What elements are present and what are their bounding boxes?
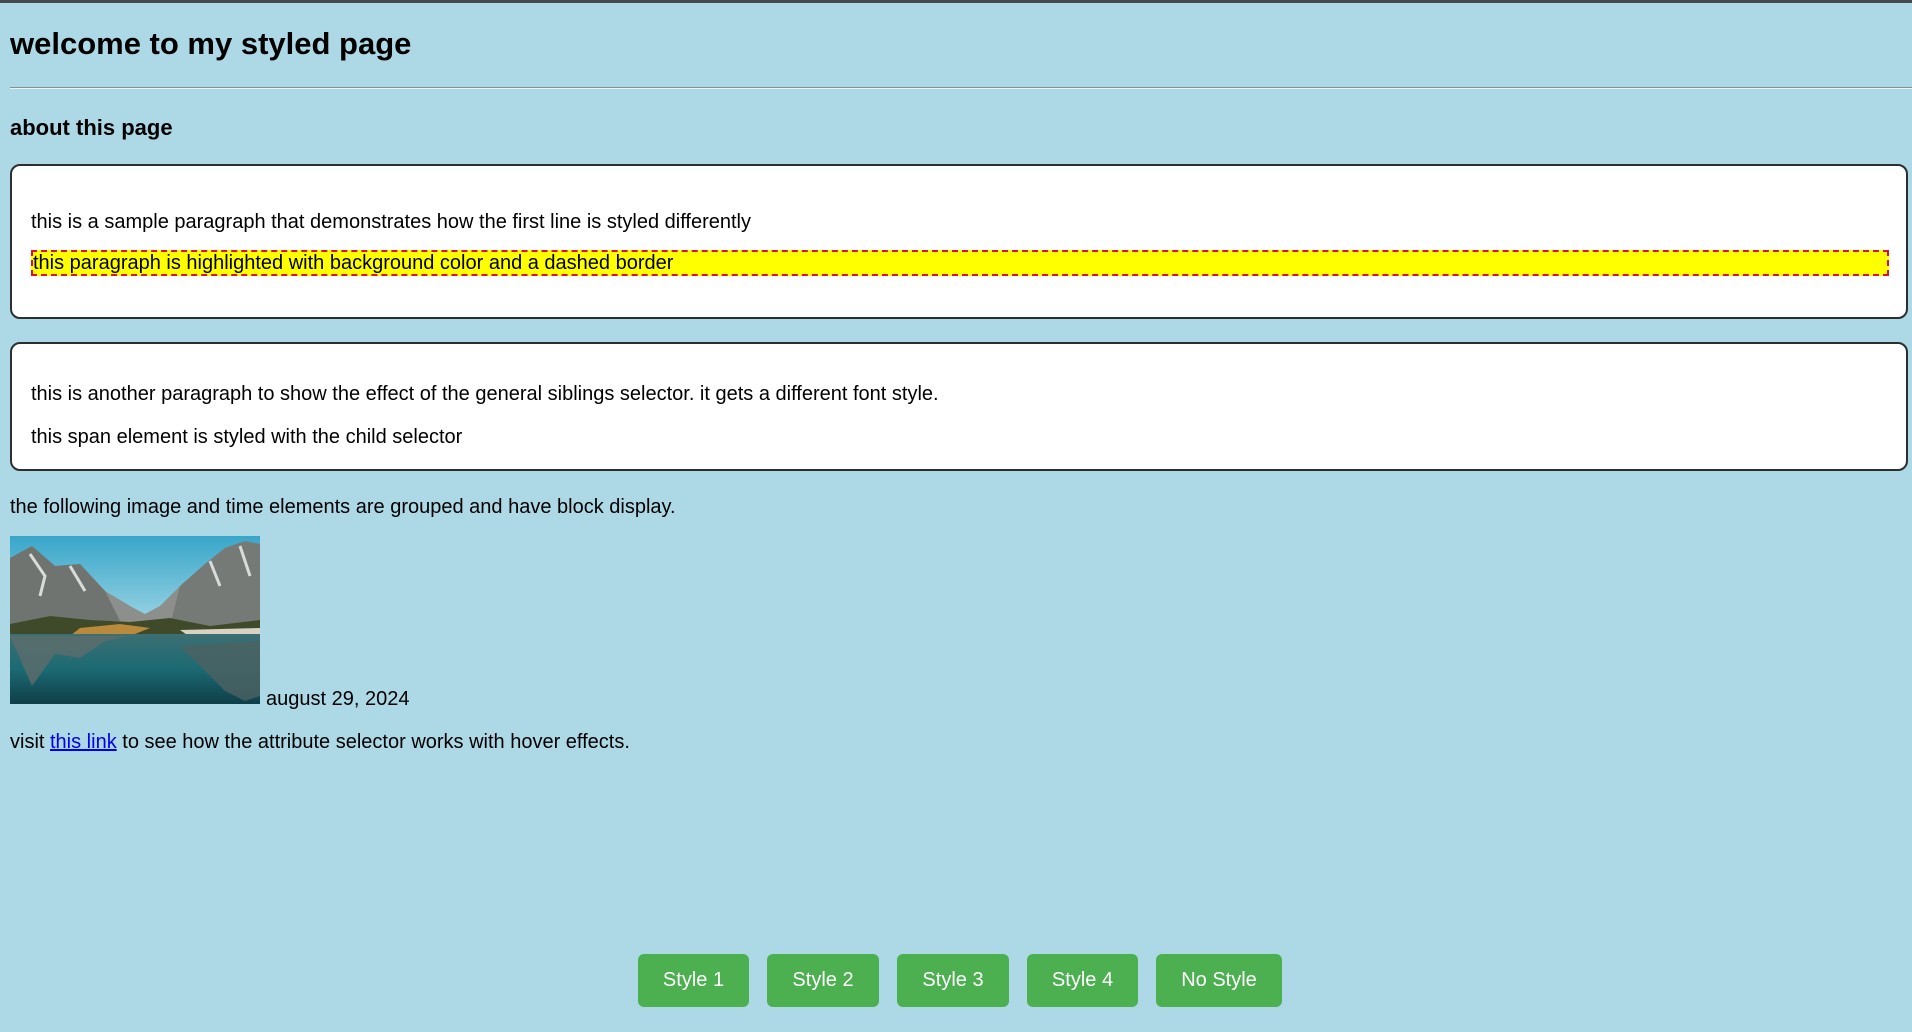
link-suffix-text: to see how the attribute selector works … [116, 731, 630, 753]
style-1-button[interactable]: Style 1 [638, 954, 749, 1007]
page-title: welcome to my styled page [10, 26, 412, 61]
highlighted-paragraph: this paragraph is highlighted with backg… [31, 250, 1889, 276]
child-span: this span element is styled with the chi… [31, 426, 463, 448]
style-2-button[interactable]: Style 2 [767, 954, 879, 1007]
this-link[interactable]: this link [50, 731, 117, 753]
content-card-1: this is a sample paragraph that demonstr… [10, 164, 1908, 319]
link-sentence: visit this link to see how the attribute… [10, 730, 630, 754]
mountain-lake-photo [10, 536, 260, 704]
style-3-button[interactable]: Style 3 [897, 954, 1009, 1007]
link-prefix-text: visit [10, 731, 50, 753]
date-time: august 29, 2024 [266, 688, 410, 710]
style-4-button[interactable]: Style 4 [1027, 954, 1138, 1007]
sibling-paragraph: this is another paragraph to show the ef… [31, 383, 939, 405]
section-heading: about this page [10, 115, 173, 140]
content-card-2: this is another paragraph to show the ef… [10, 342, 1908, 471]
no-style-button[interactable]: No Style [1156, 954, 1282, 1007]
style-button-bar: Style 1 Style 2 Style 3 Style 4 No Style [0, 954, 1912, 1007]
horizontal-rule [10, 87, 1912, 89]
first-line-paragraph: this is a sample paragraph that demonstr… [31, 211, 751, 233]
media-intro-text: the following image and time elements ar… [10, 496, 676, 518]
